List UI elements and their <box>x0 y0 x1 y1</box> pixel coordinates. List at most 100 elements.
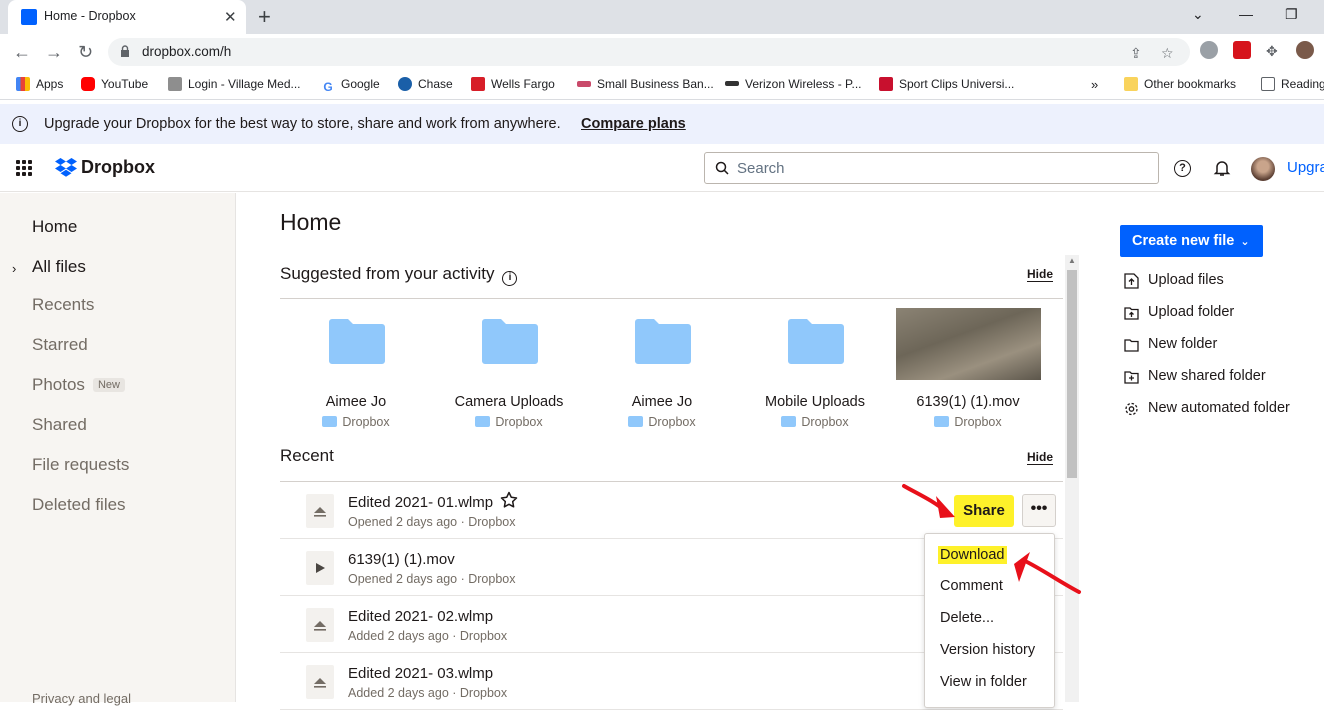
upgrade-link[interactable]: Upgra <box>1287 159 1324 176</box>
profile-avatar-icon[interactable] <box>1296 41 1314 59</box>
dropbox-wordmark[interactable]: Dropbox <box>81 157 155 178</box>
file-meta: Added 2 days ago · Dropbox <box>348 629 508 643</box>
forward-icon[interactable]: → <box>45 42 63 63</box>
menu-item-delete[interactable]: Delete... <box>940 610 994 626</box>
chevron-down-icon: ⌄ <box>1240 236 1250 248</box>
new-tab-icon[interactable]: + <box>258 4 271 30</box>
new-folder-link[interactable]: New folder <box>1148 336 1217 352</box>
close-tab-icon[interactable]: ✕ <box>224 8 237 26</box>
skype-extension-icon[interactable] <box>1200 41 1218 59</box>
sport-clips-icon <box>879 77 893 91</box>
sidebar-item-deleted-files[interactable]: Deleted files <box>32 495 126 515</box>
card-name: 6139(1) (1).mov <box>916 394 1020 410</box>
more-options-button[interactable]: ••• <box>1022 494 1056 527</box>
back-icon[interactable]: ← <box>13 42 31 63</box>
sidebar-item-recents[interactable]: Recents <box>32 295 94 315</box>
automated-folder-gear-icon <box>1125 402 1138 416</box>
table-row[interactable]: Edited 2021- 01.wlmp Opened 2 days ago ·… <box>280 482 1063 539</box>
card-location: Dropbox <box>434 415 584 429</box>
bookmarks-overflow-icon[interactable]: » <box>1091 77 1098 92</box>
bookmark-star-icon[interactable]: ☆ <box>1161 45 1174 62</box>
scrollbar-thumb[interactable] <box>1067 270 1077 478</box>
upload-folder-icon <box>1124 307 1139 320</box>
dropbox-logo-icon[interactable] <box>55 158 77 178</box>
bookmark-other[interactable]: Other bookmarks <box>1124 77 1236 91</box>
reload-icon[interactable]: ↻ <box>78 42 93 63</box>
avatar[interactable] <box>1251 157 1275 181</box>
share-button[interactable]: Share <box>954 495 1014 527</box>
chevron-right-icon[interactable]: › <box>12 261 16 276</box>
create-new-file-button[interactable]: Create new file ⌄ <box>1120 225 1263 257</box>
menu-item-view-in-folder[interactable]: View in folder <box>940 674 1027 690</box>
village-med-icon <box>168 77 182 91</box>
tab-search-icon[interactable]: ⌄ <box>1192 6 1204 23</box>
sidebar-item-starred[interactable]: Starred <box>32 335 88 355</box>
pdf-extension-icon[interactable] <box>1233 41 1251 59</box>
new-automated-folder-link[interactable]: New automated folder <box>1148 400 1290 416</box>
bookmark-apps[interactable]: Apps <box>16 77 63 91</box>
card-name: Aimee Jo <box>631 394 693 410</box>
bookmark-chase[interactable]: Chase <box>398 77 453 91</box>
app-grid-icon[interactable] <box>16 160 32 176</box>
browser-tab-strip: Home - Dropbox ✕ + ⌄ — ❐ <box>0 0 1324 34</box>
new-folder-icon <box>1124 339 1139 352</box>
star-icon[interactable] <box>500 491 518 509</box>
sidebar-item-shared[interactable]: Shared <box>32 415 87 435</box>
notification-bell-icon[interactable] <box>1213 159 1231 177</box>
extensions-puzzle-icon[interactable]: ✥ <box>1266 43 1278 60</box>
file-icon <box>306 494 334 528</box>
url-text: dropbox.com/h <box>142 44 232 59</box>
address-bar[interactable]: dropbox.com/h ⇪ ☆ <box>108 38 1190 66</box>
file-name[interactable]: Edited 2021- 02.wlmp <box>348 608 493 625</box>
new-shared-folder-link[interactable]: New shared folder <box>1148 368 1266 384</box>
upload-folder-link[interactable]: Upload folder <box>1148 304 1234 320</box>
sidebar-item-all-files[interactable]: All files <box>32 257 86 277</box>
search-placeholder: Search <box>737 160 785 177</box>
minimize-icon[interactable]: — <box>1239 6 1253 22</box>
file-name[interactable]: 6139(1) (1).mov <box>348 551 455 568</box>
banner-text: Upgrade your Dropbox for the best way to… <box>44 116 561 132</box>
file-name[interactable]: Edited 2021- 01.wlmp <box>348 494 493 511</box>
recent-heading: Recent <box>280 446 334 465</box>
sidebar-item-home[interactable]: Home <box>32 217 77 237</box>
card-location: Dropbox <box>893 415 1043 429</box>
restore-icon[interactable]: ❐ <box>1285 6 1298 23</box>
bookmark-verizon[interactable]: Verizon Wireless - P... <box>725 77 861 91</box>
mini-folder-icon <box>781 416 797 427</box>
reading-list[interactable]: Reading <box>1261 77 1324 91</box>
bookmark-youtube[interactable]: YouTube <box>81 77 148 91</box>
bookmark-sport-clips[interactable]: Sport Clips Universi... <box>879 77 1014 91</box>
bookmark-google[interactable]: G Google <box>321 77 380 94</box>
help-icon[interactable]: ? <box>1174 160 1191 177</box>
upload-file-icon <box>1124 273 1139 289</box>
menu-item-version-history[interactable]: Version history <box>940 642 1035 658</box>
bookmark-village-med[interactable]: Login - Village Med... <box>168 77 301 91</box>
sidebar-item-photos[interactable]: Photos New <box>32 375 125 395</box>
video-thumbnail[interactable] <box>896 308 1041 380</box>
browser-tab[interactable]: Home - Dropbox ✕ <box>8 0 246 34</box>
card-name: Mobile Uploads <box>765 394 865 410</box>
bookmark-wells-fargo[interactable]: Wells Fargo <box>471 77 555 91</box>
file-name[interactable]: Edited 2021- 03.wlmp <box>348 665 493 682</box>
search-input[interactable]: Search <box>704 152 1159 184</box>
folder-icon <box>1124 77 1138 91</box>
hide-recent-button[interactable]: Hide <box>1027 450 1054 465</box>
card-location: Dropbox <box>587 415 737 429</box>
menu-item-comment[interactable]: Comment <box>940 578 1003 594</box>
info-icon: i <box>12 116 28 132</box>
privacy-legal-link[interactable]: Privacy and legal <box>32 691 131 706</box>
menu-item-download[interactable]: Download <box>938 546 1007 564</box>
upgrade-banner: i Upgrade your Dropbox for the best way … <box>0 104 1324 144</box>
info-icon[interactable]: i <box>502 271 518 286</box>
wells-fargo-icon <box>471 77 485 91</box>
compare-plans-link[interactable]: Compare plans <box>581 116 686 132</box>
apps-grid-icon <box>16 77 30 91</box>
hide-suggested-button[interactable]: Hide <box>1027 267 1054 282</box>
scroll-up-icon[interactable]: ▲ <box>1068 256 1076 265</box>
app-header: Dropbox Search ? Upgra <box>0 144 1324 192</box>
share-page-icon[interactable]: ⇪ <box>1130 45 1142 62</box>
sidebar-item-file-requests[interactable]: File requests <box>32 455 129 475</box>
upload-files-link[interactable]: Upload files <box>1148 272 1224 288</box>
file-meta: Opened 2 days ago · Dropbox <box>348 515 516 529</box>
bookmark-small-business[interactable]: Small Business Ban... <box>577 77 714 91</box>
